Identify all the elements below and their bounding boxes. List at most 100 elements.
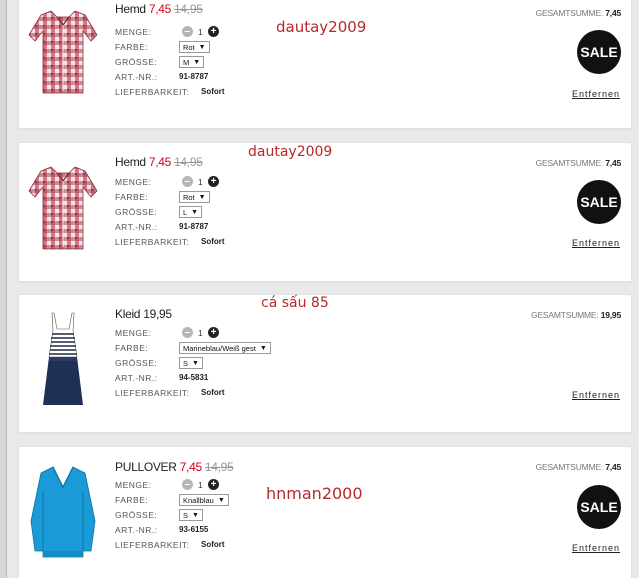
item-name[interactable]: Hemd (115, 155, 146, 169)
item-total: GESAMTSUMME: 7,45 (535, 8, 622, 18)
availability-value: Sofort (201, 237, 225, 246)
total-label: GESAMTSUMME: (535, 158, 604, 168)
item-sale-price: 7,45 (179, 460, 202, 474)
size-label: GRÖSSE: (115, 510, 158, 520)
item-name[interactable]: PULLOVER (115, 460, 177, 474)
item-title: Hemd 7,45 14,95 (115, 155, 203, 169)
size-select[interactable]: L ▼ (179, 206, 203, 218)
availability-value: Sofort (201, 388, 225, 397)
minus-icon[interactable]: – (182, 176, 193, 187)
minus-icon[interactable]: – (182, 26, 193, 37)
article-number-label: ART.-NR.: (115, 72, 158, 82)
availability-label: LIEFERBARKEIT: (115, 540, 190, 550)
color-label: FARBE: (115, 42, 149, 52)
color-value: Knallblau (183, 495, 214, 505)
sale-badge: SALE (577, 30, 621, 74)
quantity-label: MENGE: (115, 177, 152, 187)
watermark-text: dautay2009 (248, 144, 333, 160)
article-number-value: 91-8787 (179, 222, 209, 231)
item-sale-price: 7,45 (148, 2, 172, 16)
size-value: L (183, 207, 188, 217)
item-old-price: 14,95 (174, 2, 203, 16)
cart-item: Hemd 7,45 14,95 MENGE: – 1 + FARBE: Rot … (18, 142, 632, 282)
item-price: 19,95 (143, 307, 172, 321)
article-number-label: ART.-NR.: (115, 525, 158, 535)
chevron-down-icon: ▼ (193, 58, 201, 66)
size-select[interactable]: M ▼ (179, 56, 205, 68)
total-value: 7,45 (605, 8, 621, 18)
total-label: GESAMTSUMME: (531, 310, 599, 320)
item-name[interactable]: Kleid (115, 307, 140, 321)
minus-icon[interactable]: – (182, 479, 193, 490)
total-value: 7,45 (605, 158, 621, 168)
sale-badge: SALE (577, 180, 621, 224)
remove-link[interactable]: Entfernen (572, 390, 620, 400)
chevron-down-icon: ▼ (191, 208, 199, 216)
availability-label: LIEFERBARKEIT: (115, 388, 190, 398)
color-label: FARBE: (115, 192, 149, 202)
plus-icon[interactable]: + (208, 327, 220, 338)
availability-value: Sofort (201, 87, 225, 96)
availability-label: LIEFERBARKEIT: (115, 87, 190, 97)
size-label: GRÖSSE: (115, 358, 158, 368)
availability-value: Sofort (201, 540, 225, 549)
chevron-down-icon: ▼ (192, 359, 199, 367)
cart-item: Hemd 7,45 14,95 MENGE: – 1 + FARBE: Rot … (18, 0, 632, 129)
plus-icon[interactable]: + (208, 176, 220, 187)
color-select[interactable]: Rot ▼ (179, 191, 210, 203)
quantity-stepper: – 1 + (182, 176, 220, 187)
remove-link[interactable]: Entfernen (572, 89, 620, 99)
size-select[interactable]: S ▼ (179, 357, 203, 369)
watermark-text: cá sấu 85 (261, 295, 329, 311)
quantity-value: 1 (198, 479, 204, 490)
color-label: FARBE: (115, 495, 149, 505)
plus-icon[interactable]: + (208, 479, 220, 490)
item-old-price: 14,95 (204, 460, 234, 474)
size-value: M (183, 57, 190, 67)
item-title: Hemd 7,45 14,95 (115, 2, 203, 16)
quantity-stepper: – 1 + (182, 26, 220, 37)
watermark-text: dautay2009 (276, 18, 367, 36)
cart-item: Kleid 19,95 MENGE: – 1 + FARBE: Marinebl… (18, 294, 632, 433)
article-number-label: ART.-NR.: (115, 373, 158, 383)
color-select[interactable]: Knallblau ▼ (179, 494, 229, 506)
quantity-value: 1 (198, 26, 204, 37)
quantity-value: 1 (198, 176, 204, 187)
size-label: GRÖSSE: (115, 57, 158, 67)
chevron-down-icon: ▼ (198, 193, 206, 201)
quantity-label: MENGE: (115, 480, 152, 490)
chevron-down-icon: ▼ (192, 511, 199, 519)
color-value: Rot (183, 192, 195, 202)
total-label: GESAMTSUMME: (535, 8, 604, 18)
chevron-down-icon: ▼ (198, 43, 206, 51)
quantity-label: MENGE: (115, 328, 152, 338)
item-total: GESAMTSUMME: 7,45 (536, 462, 622, 472)
size-label: GRÖSSE: (115, 207, 158, 217)
striped-dress-image[interactable] (27, 309, 99, 409)
color-value: Rot (183, 42, 195, 52)
item-title: PULLOVER 7,45 14,95 (115, 460, 234, 474)
remove-link[interactable]: Entfernen (572, 543, 620, 553)
plus-icon[interactable]: + (208, 26, 220, 37)
blue-pullover-image[interactable] (27, 461, 99, 561)
total-value: 19,95 (600, 310, 621, 320)
checkered-shirt-image[interactable] (27, 1, 99, 101)
remove-link[interactable]: Entfernen (572, 238, 620, 248)
size-value: S (183, 358, 189, 368)
article-number-label: ART.-NR.: (115, 222, 158, 232)
total-value: 7,45 (605, 462, 621, 472)
checkered-shirt-image[interactable] (27, 157, 99, 257)
size-select[interactable]: S ▼ (179, 509, 203, 521)
quantity-label: MENGE: (115, 27, 152, 37)
minus-icon[interactable]: – (182, 327, 193, 338)
article-number-value: 94-5831 (179, 373, 209, 382)
sale-badge: SALE (577, 485, 621, 529)
item-old-price: 14,95 (174, 155, 203, 169)
color-select[interactable]: Marineblau/Weiß gest ▼ (179, 342, 271, 354)
color-value: Marineblau/Weiß gest (183, 343, 256, 353)
article-number-value: 93-6155 (179, 525, 209, 534)
quantity-stepper: – 1 + (182, 327, 220, 338)
article-number-value: 91-8787 (179, 72, 209, 81)
color-select[interactable]: Rot ▼ (179, 41, 210, 53)
item-name[interactable]: Hemd (115, 2, 146, 16)
